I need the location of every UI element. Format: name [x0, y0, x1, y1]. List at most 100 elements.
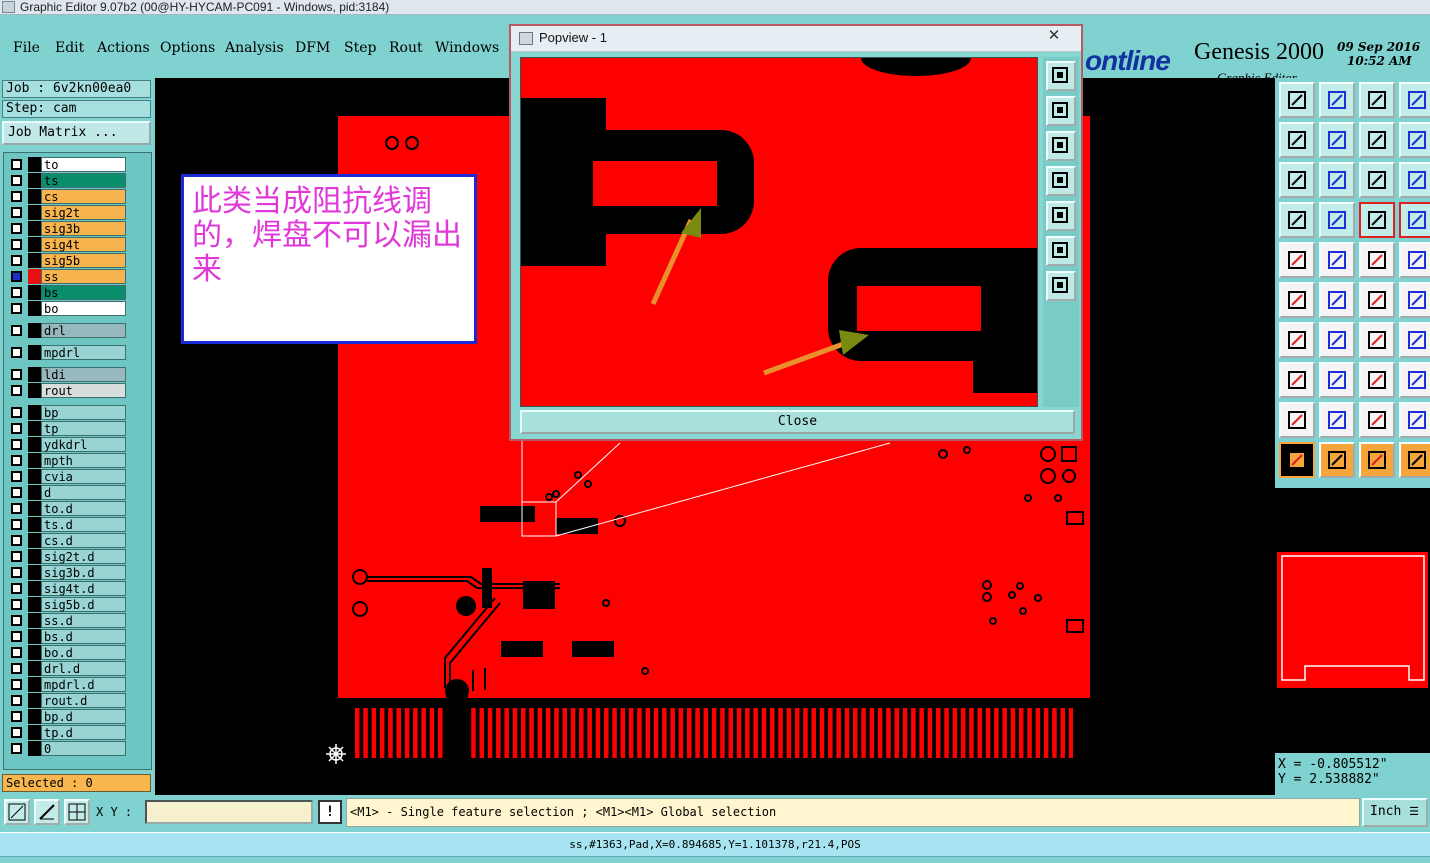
layer-checkbox[interactable] [11, 439, 22, 450]
layer-row-bo[interactable]: bo [8, 301, 126, 316]
menu-actions[interactable]: Actions [97, 40, 150, 56]
tool-arch-cut[interactable] [1399, 402, 1430, 438]
layer-row-drl[interactable]: drl [8, 323, 126, 338]
layer-name[interactable]: mpdrl.d [41, 677, 126, 692]
tool-select-box[interactable] [1319, 442, 1355, 478]
layer-row-ydkdrl[interactable]: ydkdrl [8, 437, 126, 452]
tool-triangle-red[interactable] [1279, 402, 1315, 438]
menu-rout[interactable]: Rout [389, 40, 423, 56]
layer-row-d[interactable]: d [8, 485, 126, 500]
layer-row-ss-d[interactable]: ss.d [8, 613, 126, 628]
layer-checkbox[interactable] [11, 159, 22, 170]
layer-checkbox[interactable] [11, 271, 22, 282]
tool-layer-down[interactable] [1319, 82, 1355, 118]
layer-checkbox[interactable] [11, 711, 22, 722]
layer-checkbox[interactable] [11, 423, 22, 434]
layer-name[interactable]: cs [41, 189, 126, 204]
layer-name[interactable]: rout [41, 383, 126, 398]
layer-checkbox[interactable] [11, 347, 22, 358]
layer-name[interactable]: mpth [41, 453, 126, 468]
layer-checkbox[interactable] [11, 695, 22, 706]
layer-name[interactable]: cs.d [41, 533, 126, 548]
zoom-area-button[interactable] [4, 799, 30, 825]
layer-row-ss[interactable]: ss [8, 269, 126, 284]
tool-pan-left[interactable] [1279, 122, 1315, 158]
menu-file[interactable]: File [13, 40, 40, 56]
layer-row-sig5b[interactable]: sig5b [8, 253, 126, 268]
layer-name[interactable]: sig4t.d [41, 581, 126, 596]
tool-select-area[interactable] [1359, 442, 1395, 478]
tool-shape[interactable] [1319, 242, 1355, 278]
layer-row-sig2t[interactable]: sig2t [8, 205, 126, 220]
layer-row-ldi[interactable]: ldi [8, 367, 126, 382]
layer-name[interactable]: drl [41, 323, 126, 338]
tool-connect[interactable] [1279, 282, 1315, 318]
menu-step[interactable]: Step [344, 40, 376, 56]
layer-name[interactable]: rout.d [41, 693, 126, 708]
layer-name[interactable]: ss.d [41, 613, 126, 628]
layer-name[interactable]: ldi [41, 367, 126, 382]
tool-pad[interactable] [1279, 242, 1315, 278]
popview-canvas[interactable] [520, 57, 1038, 407]
tool-home[interactable] [1359, 82, 1395, 118]
tool-snap-red[interactable] [1359, 202, 1395, 238]
layer-row-tp[interactable]: tp [8, 421, 126, 436]
close-icon[interactable]: ✕ [1043, 28, 1065, 46]
tool-arc[interactable] [1359, 322, 1395, 358]
layer-name[interactable]: bp.d [41, 709, 126, 724]
tool-line-red[interactable] [1359, 282, 1395, 318]
layer-name[interactable]: d [41, 485, 126, 500]
layer-row-mpdrl[interactable]: mpdrl [8, 345, 126, 360]
layer-checkbox[interactable] [11, 487, 22, 498]
tool-cut-line[interactable] [1319, 362, 1355, 398]
layer-checkbox[interactable] [11, 369, 22, 380]
layer-row-rout-d[interactable]: rout.d [8, 693, 126, 708]
layer-checkbox[interactable] [11, 567, 22, 578]
tool-select-arrow[interactable] [1279, 442, 1315, 478]
layer-checkbox[interactable] [11, 615, 22, 626]
layer-row-sig2t-d[interactable]: sig2t.d [8, 549, 126, 564]
layer-checkbox[interactable] [11, 583, 22, 594]
layer-checkbox[interactable] [11, 535, 22, 546]
layer-checkbox[interactable] [11, 303, 22, 314]
layer-name[interactable]: sig3b.d [41, 565, 126, 580]
tool-snap-blue[interactable] [1399, 202, 1430, 238]
layer-checkbox[interactable] [11, 223, 22, 234]
tool-line-blue[interactable] [1399, 282, 1430, 318]
tool-scissors[interactable] [1279, 202, 1315, 238]
layer-row-cs[interactable]: cs [8, 189, 126, 204]
layer-name[interactable]: sig2t.d [41, 549, 126, 564]
layer-row-sig3b-d[interactable]: sig3b.d [8, 565, 126, 580]
layer-row-bs[interactable]: bs [8, 285, 126, 300]
tool-measure-tool[interactable] [1359, 242, 1395, 278]
tool-grid-view[interactable] [1319, 202, 1355, 238]
layer-checkbox[interactable] [11, 679, 22, 690]
popview-tool-2[interactable] [1046, 96, 1076, 126]
layer-checkbox[interactable] [11, 175, 22, 186]
layer-checkbox[interactable] [11, 407, 22, 418]
layer-name[interactable]: sig5b [41, 253, 126, 268]
alert-button[interactable]: ! [318, 800, 342, 824]
tool-star[interactable] [1319, 282, 1355, 318]
layer-row-mpdrl-d[interactable]: mpdrl.d [8, 677, 126, 692]
layer-checkbox[interactable] [11, 385, 22, 396]
layer-name[interactable]: sig3b [41, 221, 126, 236]
layer-checkbox[interactable] [11, 519, 22, 530]
tool-slope[interactable] [1319, 322, 1355, 358]
tool-swap[interactable] [1359, 122, 1395, 158]
layer-checkbox[interactable] [11, 647, 22, 658]
layer-name[interactable]: to.d [41, 501, 126, 516]
grid-button[interactable] [64, 799, 90, 825]
layer-row-sig4t[interactable]: sig4t [8, 237, 126, 252]
layer-name[interactable]: bs.d [41, 629, 126, 644]
layer-row-cvia[interactable]: cvia [8, 469, 126, 484]
layer-checkbox[interactable] [11, 663, 22, 674]
tool-mirror[interactable] [1399, 122, 1430, 158]
layer-row-bs-d[interactable]: bs.d [8, 629, 126, 644]
layer-checkbox[interactable] [11, 743, 22, 754]
popview-close-button[interactable]: Close [520, 410, 1075, 434]
popview-tool-3[interactable] [1046, 131, 1076, 161]
menu-windows[interactable]: Windows [435, 40, 499, 56]
layer-row-drl-d[interactable]: drl.d [8, 661, 126, 676]
layer-checkbox[interactable] [11, 325, 22, 336]
